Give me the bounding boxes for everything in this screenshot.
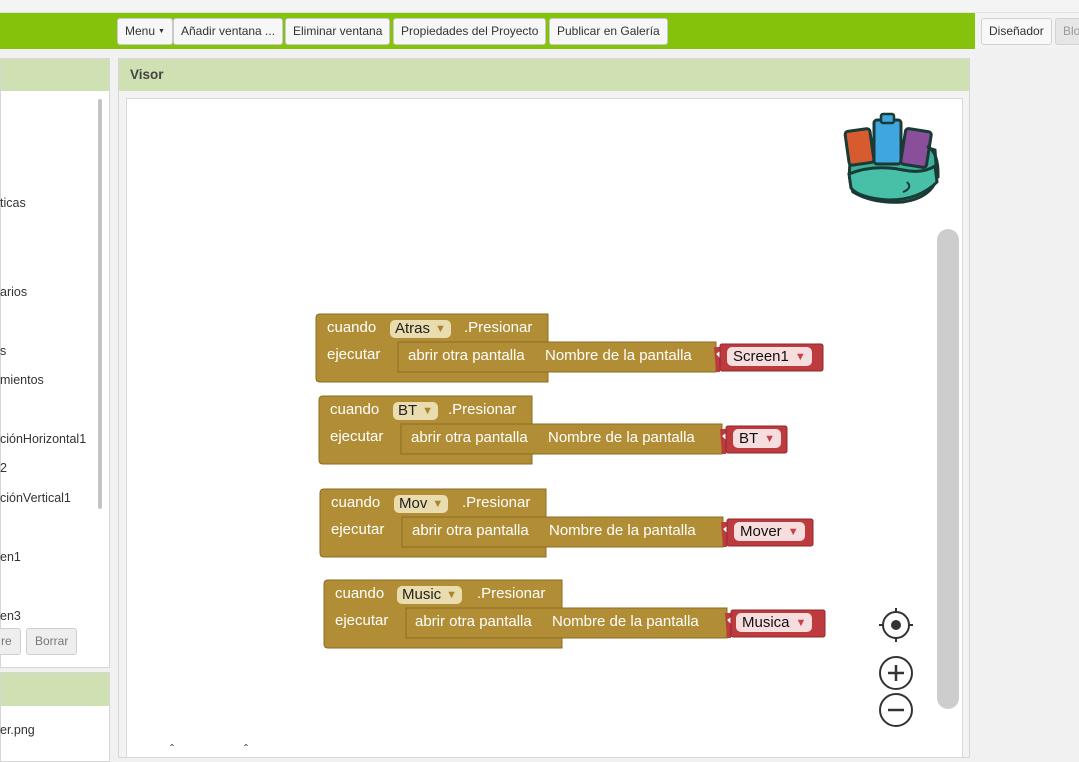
blocks-tab[interactable]: Blo: [1055, 18, 1079, 45]
screen-name-value: Musica: [742, 614, 790, 631]
screen-name-param-label: Nombre de la pantalla: [552, 613, 699, 630]
component-dropdown[interactable]: Music ▼: [397, 586, 463, 604]
dropdown-arrow-icon: ▼: [787, 526, 799, 538]
open-screen-label: abrir otra pantalla: [408, 347, 525, 364]
component-dropdown[interactable]: Mov ▼: [394, 495, 449, 513]
menu-button-label: Menu: [125, 24, 156, 38]
media-panel: [0, 672, 110, 762]
zoom-in-icon[interactable]: [878, 655, 914, 691]
tree-item[interactable]: ciónVertical1: [0, 491, 71, 505]
media-panel-header: [1, 673, 109, 706]
open-screen-label: abrir otra pantalla: [411, 429, 528, 446]
caret-up-icon: ˆ: [170, 742, 174, 756]
event-label: .Presionar: [462, 494, 531, 511]
add-screen-button[interactable]: Añadir ventana ...: [173, 18, 284, 45]
menu-button[interactable]: Menu ▼: [117, 18, 173, 45]
backpack-icon[interactable]: [843, 112, 943, 207]
component-dropdown[interactable]: Atras ▼: [390, 320, 451, 338]
screen-name-dropdown[interactable]: Screen1 ▼: [727, 347, 812, 366]
screen-name-dropdown[interactable]: BT ▼: [733, 429, 782, 448]
tree-item[interactable]: 2: [0, 461, 7, 475]
component-dropdown-value: Atras: [395, 320, 431, 337]
workspace-scrollbar[interactable]: [937, 229, 959, 709]
tree-item[interactable]: mientos: [0, 373, 44, 387]
component-dropdown-value: Music: [402, 586, 442, 603]
tree-item[interactable]: s: [0, 344, 6, 358]
caret-up-icon: ˆ: [244, 742, 248, 756]
when-label: cuando: [331, 494, 381, 511]
crosshair-icon[interactable]: [878, 607, 914, 643]
do-label: ejecutar: [331, 521, 385, 538]
components-panel: [0, 58, 110, 668]
dropdown-arrow-icon: ▼: [794, 351, 806, 363]
rename-button[interactable]: re: [0, 628, 21, 655]
open-screen-label: abrir otra pantalla: [412, 522, 529, 539]
dropdown-arrow-icon: ▼: [435, 323, 446, 335]
event-label: .Presionar: [464, 319, 533, 336]
components-panel-header: [1, 59, 109, 91]
when-label: cuando: [335, 585, 385, 602]
dropdown-arrow-icon: ▼: [795, 617, 807, 629]
project-properties-button[interactable]: Propiedades del Proyecto: [393, 18, 547, 45]
open-screen-label: abrir otra pantalla: [415, 613, 532, 630]
screen-name-value: Screen1: [733, 348, 789, 365]
dropdown-arrow-icon: ▼: [422, 405, 434, 417]
screen-name-param-label: Nombre de la pantalla: [549, 522, 696, 539]
event-label: .Presionar: [477, 585, 546, 602]
remove-screen-button[interactable]: Eliminar ventana: [285, 18, 391, 45]
screen-name-value: Mover: [740, 523, 782, 540]
dropdown-arrow-icon: ▼: [432, 498, 444, 510]
tree-item[interactable]: en1: [0, 550, 21, 564]
visor-header: Visor: [119, 59, 969, 91]
screen-name-dropdown[interactable]: Musica ▼: [736, 613, 813, 632]
publish-gallery-button[interactable]: Publicar en Galería: [549, 18, 668, 45]
event-label: .Presionar: [448, 401, 517, 418]
caret-down-icon: ▼: [158, 28, 165, 35]
screen-name-value: BT: [739, 430, 759, 447]
when-label: cuando: [330, 401, 380, 418]
do-label: ejecutar: [327, 346, 381, 363]
dropdown-arrow-icon: ▼: [764, 433, 776, 445]
tree-item[interactable]: ticas: [0, 196, 26, 210]
screen-name-dropdown[interactable]: Mover ▼: [734, 522, 805, 541]
zoom-out-icon[interactable]: [878, 692, 914, 728]
component-dropdown-value: BT: [398, 402, 418, 419]
do-label: ejecutar: [330, 428, 384, 445]
delete-button[interactable]: Borrar: [26, 628, 78, 655]
screen-name-param-label: Nombre de la pantalla: [548, 429, 695, 446]
tree-item[interactable]: en3: [0, 609, 21, 623]
visor-title: Visor: [130, 67, 164, 82]
designer-tab[interactable]: Diseñador: [981, 18, 1052, 45]
tree-item[interactable]: arios: [0, 285, 27, 299]
dropdown-arrow-icon: ▼: [446, 589, 458, 601]
do-label: ejecutar: [335, 612, 389, 629]
component-dropdown-value: Mov: [399, 495, 428, 512]
component-dropdown[interactable]: BT ▼: [393, 402, 439, 420]
when-label: cuando: [327, 319, 377, 336]
tree-item[interactable]: ciónHorizontal1: [0, 432, 86, 446]
browser-top-strip: [0, 0, 1079, 13]
media-item[interactable]: er.png: [0, 723, 35, 737]
screen-name-param-label: Nombre de la pantalla: [545, 347, 692, 364]
components-scrollbar[interactable]: [98, 99, 102, 509]
